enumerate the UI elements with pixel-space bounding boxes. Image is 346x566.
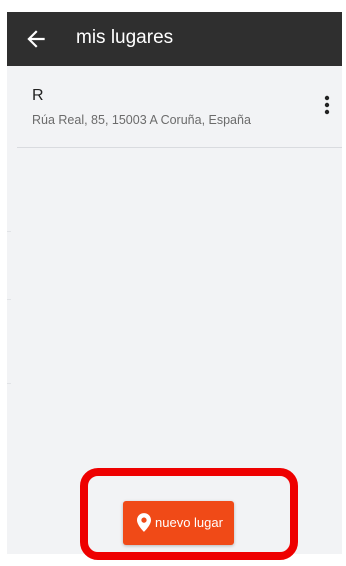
arrow-left-icon (27, 30, 45, 48)
divider (7, 231, 11, 232)
place-name: R (32, 87, 44, 104)
more-vert-icon (324, 95, 330, 115)
more-options-button[interactable] (322, 94, 332, 116)
app-bar: mis lugares (7, 12, 342, 66)
place-address: Rúa Real, 85, 15003 A Coruña, España (32, 113, 251, 127)
list-item[interactable]: R Rúa Real, 85, 15003 A Coruña, España (7, 66, 342, 148)
back-button[interactable] (23, 26, 49, 52)
page-title: mis lugares (76, 27, 174, 48)
highlight-box (80, 468, 298, 560)
list-divider (17, 147, 342, 148)
divider (7, 299, 11, 300)
divider (7, 383, 11, 384)
